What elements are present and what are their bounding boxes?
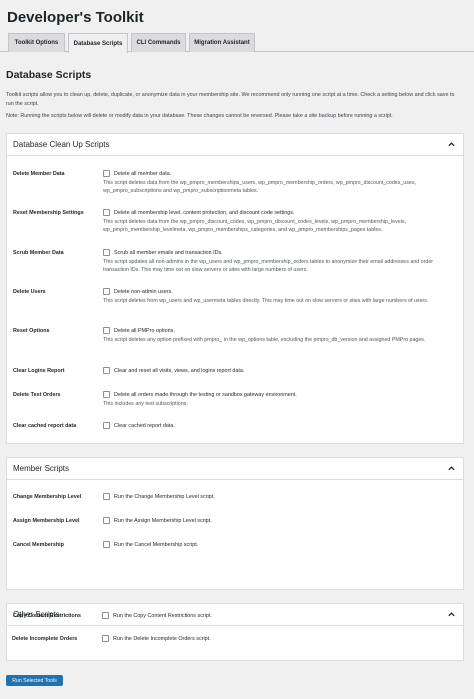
chevron-up-icon[interactable] <box>447 140 456 149</box>
option-label[interactable]: Delete all PMPro options. <box>114 328 175 334</box>
option-label[interactable]: Delete all orders made through the testi… <box>114 392 297 398</box>
row-label: Delete Test Orders <box>13 392 61 398</box>
option-label[interactable]: Run the Cancel Membership script. <box>114 542 198 548</box>
option-description: This includes any test subscriptions. <box>103 401 188 407</box>
checkbox[interactable] <box>103 170 110 177</box>
option-label[interactable]: Run the Change Membership Level script. <box>114 494 215 500</box>
checkbox[interactable] <box>103 367 110 374</box>
option-label[interactable]: Delete all membership level, content pro… <box>114 210 294 216</box>
row-label: Cancel Membership <box>13 542 64 548</box>
checkbox[interactable] <box>103 422 110 429</box>
warning-note: Note: Running the scripts below will del… <box>6 113 393 119</box>
option-label[interactable]: Run the Copy Content Restrictions script… <box>113 613 212 619</box>
section-title: Database Scripts <box>6 69 92 81</box>
tab-database-scripts[interactable]: Database Scripts <box>68 33 128 53</box>
tab-toolkit-options[interactable]: Toolkit Options <box>8 33 65 52</box>
page-title: Developer's Toolkit <box>7 9 144 26</box>
card-member-scripts: Member Scripts Change Membership Level R… <box>6 457 464 590</box>
row-label: Reset Options <box>13 328 50 334</box>
checkbox[interactable] <box>103 327 110 334</box>
option-label[interactable]: Delete non-admin users. <box>114 289 173 295</box>
checkbox[interactable] <box>103 541 110 548</box>
checkbox[interactable] <box>102 635 109 642</box>
checkbox[interactable] <box>103 288 110 295</box>
option-label[interactable]: Run the Assign Membership Level script. <box>114 518 212 524</box>
tab-migration-assistant[interactable]: Migration Assistant <box>189 33 255 52</box>
run-selected-tools-button[interactable]: Run Selected Tools <box>6 675 63 686</box>
card-other-scripts-rows: Run the Copy Content Restrictions script… <box>6 603 464 661</box>
row-label: Delete Member Data <box>13 171 65 177</box>
card-header[interactable]: Member Scripts <box>7 458 463 480</box>
row-label: Clear cached report data <box>13 423 77 429</box>
checkbox[interactable] <box>103 209 110 216</box>
option-description: This script updates all non-admins in th… <box>103 259 434 273</box>
option-label[interactable]: Delete all member data. <box>114 171 171 177</box>
card-header[interactable]: Database Clean Up Scripts <box>7 134 463 156</box>
row-label: Delete Users <box>13 289 46 295</box>
row-label: Reset Membership Settings <box>13 210 84 216</box>
option-description: This script deletes any option prefixed … <box>103 337 426 343</box>
card-database-clean-up: Database Clean Up Scripts Delete Member … <box>6 133 464 444</box>
row-label: Change Membership Level <box>13 494 82 500</box>
card-title: Member Scripts <box>13 464 70 473</box>
chevron-up-icon[interactable] <box>447 464 456 473</box>
tab-cli-commands[interactable]: CLI Commands <box>131 33 186 52</box>
option-label[interactable]: Scrub all member emails and transaction … <box>114 250 223 256</box>
checkbox[interactable] <box>102 612 109 619</box>
intro-text: Toolkit scripts allow you to clean up, d… <box>6 92 455 107</box>
row-label: Assign Membership Level <box>13 518 80 524</box>
option-description: This script deletes data from the wp_pmp… <box>103 180 416 194</box>
checkbox[interactable] <box>103 493 110 500</box>
row-label: Clear Logins Report <box>13 368 65 374</box>
option-label[interactable]: Run the Delete Incomplete Orders script. <box>113 636 211 642</box>
option-label[interactable]: Clear cached report data. <box>114 423 175 429</box>
tab-bar: Toolkit Options Database Scripts CLI Com… <box>0 33 474 53</box>
checkbox[interactable] <box>103 517 110 524</box>
card-title: Database Clean Up Scripts <box>13 140 110 149</box>
option-label[interactable]: Clear and reset all visits, views, and l… <box>114 368 244 374</box>
option-description: This script deletes data from the wp_pmp… <box>103 219 406 233</box>
row-label: Scrub Member Data <box>13 250 64 256</box>
option-description: This script deletes from wp_users and wp… <box>103 298 429 304</box>
checkbox[interactable] <box>103 249 110 256</box>
checkbox[interactable] <box>103 391 110 398</box>
row-label: Delete Incomplete Orders <box>12 636 78 642</box>
